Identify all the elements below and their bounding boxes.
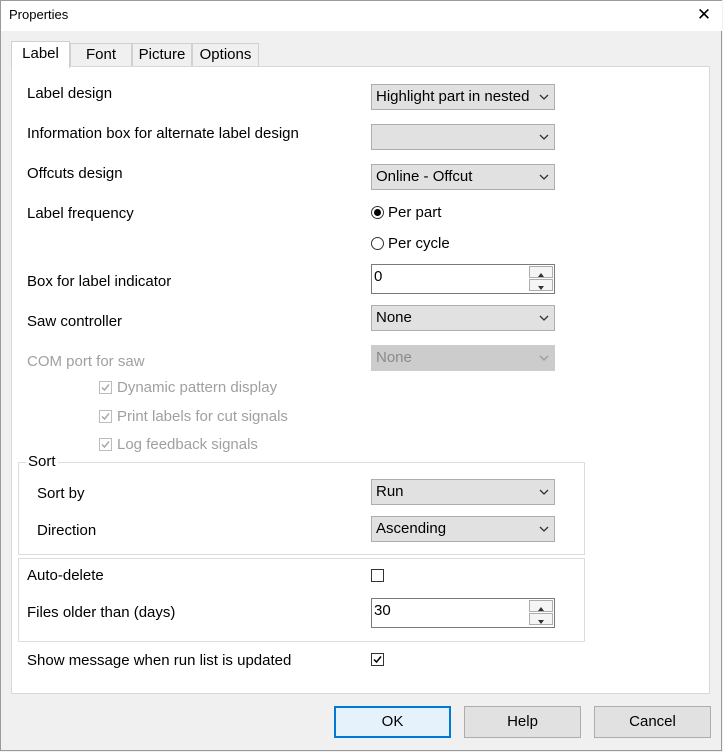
help-button[interactable]: Help [464,706,581,738]
chevron-down-icon [539,315,549,321]
title-bar: Properties ✕ [1,1,722,31]
saw-controller-select[interactable]: None [371,305,555,331]
chevron-down-icon [539,355,549,361]
chevron-down-icon [539,526,549,532]
info-box-label: Information box for alternate label desi… [27,125,299,142]
label-design-label: Label design [27,85,113,102]
direction-select[interactable]: Ascending [371,516,555,542]
print-labels-checkbox [99,410,112,423]
offcuts-design-value: Online - Offcut [376,168,473,185]
spin-up-button[interactable] [529,266,553,278]
info-box-select[interactable] [371,124,555,150]
box-indicator-value: 0 [374,268,383,285]
chevron-down-icon [539,174,549,180]
saw-controller-label: Saw controller [27,313,123,330]
log-feedback-checkbox [99,438,112,451]
box-indicator-label: Box for label indicator [27,273,172,290]
show-message-checkbox[interactable] [371,653,384,666]
label-tab-panel: Label design Highlight part in nested In… [11,66,710,694]
chevron-down-icon [539,94,549,100]
saw-controller-value: None [376,309,412,326]
dynamic-pattern-label: Dynamic pattern display [117,379,278,396]
tab-options-text: Options [199,46,252,63]
cancel-button[interactable]: Cancel [594,706,711,738]
per-part-label: Per part [388,204,442,221]
spin-down-button[interactable] [529,279,553,291]
per-cycle-radio[interactable] [371,237,384,250]
box-indicator-spinner[interactable]: 0 [371,264,555,294]
label-design-select[interactable]: Highlight part in nested [371,84,555,110]
label-frequency-label: Label frequency [27,205,134,222]
per-part-radio[interactable] [371,206,384,219]
com-port-select: None [371,345,555,371]
auto-delete-checkbox[interactable] [371,569,384,582]
tab-label-text: Label [22,45,59,62]
tab-picture[interactable]: Picture [132,43,192,66]
print-labels-label: Print labels for cut signals [117,408,288,425]
checkmark-icon [373,656,382,664]
direction-value: Ascending [376,520,447,537]
checkmark-icon [101,384,110,392]
window-title: Properties [9,7,69,22]
log-feedback-label: Log feedback signals [117,436,258,453]
tab-picture-text: Picture [138,46,186,63]
spinner-buttons [529,600,553,626]
sort-by-value: Run [376,483,404,500]
show-message-label: Show message when run list is updated [27,652,292,669]
spin-down-button[interactable] [529,613,553,625]
arrow-down-icon [538,620,544,624]
close-icon[interactable]: ✕ [694,4,714,26]
spinner-buttons [529,266,553,292]
auto-delete-label: Auto-delete [27,567,104,584]
label-design-value: Highlight part in nested [376,88,530,105]
tab-options[interactable]: Options [192,43,259,66]
com-port-label: COM port for saw [27,353,145,370]
offcuts-design-label: Offcuts design [27,165,123,182]
dynamic-pattern-checkbox [99,381,112,394]
tab-font[interactable]: Font [70,43,132,66]
tab-font-text: Font [85,46,116,63]
checkmark-icon [101,413,110,421]
chevron-down-icon [539,134,549,140]
per-cycle-label: Per cycle [388,235,450,252]
properties-dialog: Properties ✕ Label Font Picture Options … [0,0,722,751]
arrow-down-icon [538,286,544,290]
sort-group-label: Sort [26,453,58,470]
sort-by-label: Sort by [37,485,85,502]
direction-label: Direction [37,522,97,539]
files-older-label: Files older than (days) [27,604,176,621]
offcuts-design-select[interactable]: Online - Offcut [371,164,555,190]
ok-button[interactable]: OK [334,706,451,738]
files-older-spinner[interactable]: 30 [371,598,555,628]
spin-up-button[interactable] [529,600,553,612]
checkmark-icon [101,441,110,449]
com-port-value: None [376,349,412,366]
sort-by-select[interactable]: Run [371,479,555,505]
files-older-value: 30 [374,602,391,619]
tab-label[interactable]: Label [11,41,70,68]
chevron-down-icon [539,489,549,495]
